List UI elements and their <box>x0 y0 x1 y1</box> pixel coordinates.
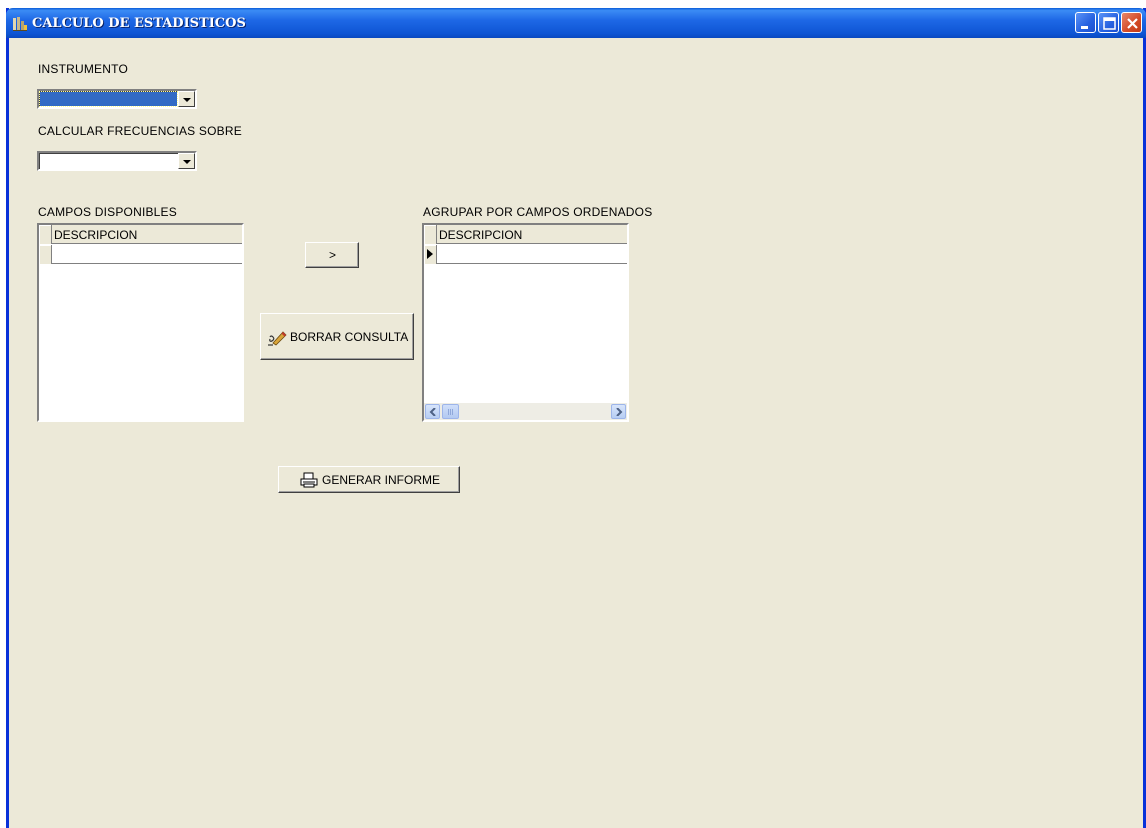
window-title: CALCULO DE ESTADISTICOS <box>32 16 246 31</box>
maximize-icon <box>1103 17 1116 30</box>
eraser-icon <box>267 329 287 350</box>
close-icon <box>1127 18 1138 29</box>
app-icon <box>12 16 28 32</box>
frecuencias-value <box>40 154 177 168</box>
chevron-down-icon[interactable] <box>178 91 195 107</box>
minimize-icon <box>1081 26 1088 29</box>
row-indicator[interactable] <box>424 245 437 264</box>
generar-informe-label: GENERAR INFORME <box>322 473 441 487</box>
close-button[interactable] <box>1121 12 1142 33</box>
chevron-right-icon <box>616 408 623 416</box>
column-header-descripcion[interactable]: DESCRIPCION <box>439 228 522 242</box>
agrupar-label: AGRUPAR POR CAMPOS ORDENADOS <box>423 205 653 219</box>
move-right-button[interactable]: > <box>305 242 359 268</box>
chevron-left-icon <box>429 408 436 416</box>
column-header-descripcion[interactable]: DESCRIPCION <box>54 228 137 242</box>
title-bar[interactable]: CALCULO DE ESTADISTICOS <box>6 8 1146 38</box>
maximize-button[interactable] <box>1098 12 1119 33</box>
move-right-label: > <box>329 248 337 262</box>
generar-informe-button[interactable]: GENERAR INFORME <box>278 466 460 493</box>
agrupar-grid[interactable]: DESCRIPCION <box>422 223 629 422</box>
frecuencias-label: CALCULAR FRECUENCIAS SOBRE <box>38 124 242 138</box>
frecuencias-select[interactable] <box>37 151 197 171</box>
scroll-thumb[interactable] <box>442 404 459 419</box>
table-row[interactable] <box>424 245 627 264</box>
table-row[interactable] <box>39 245 242 264</box>
chevron-down-icon[interactable] <box>178 153 195 169</box>
minimize-button[interactable] <box>1075 12 1096 33</box>
row-indicator[interactable] <box>39 245 52 264</box>
horizontal-scrollbar[interactable] <box>424 403 627 420</box>
scroll-right-button[interactable] <box>611 404 626 419</box>
scroll-left-button[interactable] <box>425 404 440 419</box>
printer-icon <box>300 472 318 491</box>
row-pointer-icon <box>427 249 433 259</box>
instrumento-label: INSTRUMENTO <box>38 62 128 76</box>
grid-header: DESCRIPCION <box>424 225 627 244</box>
campos-disponibles-label: CAMPOS DISPONIBLES <box>38 205 177 219</box>
borrar-consulta-button[interactable]: BORRAR CONSULTA <box>260 313 414 360</box>
campos-disponibles-grid[interactable]: DESCRIPCION <box>37 223 244 422</box>
grid-header: DESCRIPCION <box>39 225 242 244</box>
instrumento-value <box>39 91 178 107</box>
instrumento-select[interactable] <box>37 89 197 109</box>
borrar-consulta-label: BORRAR CONSULTA <box>290 330 409 344</box>
